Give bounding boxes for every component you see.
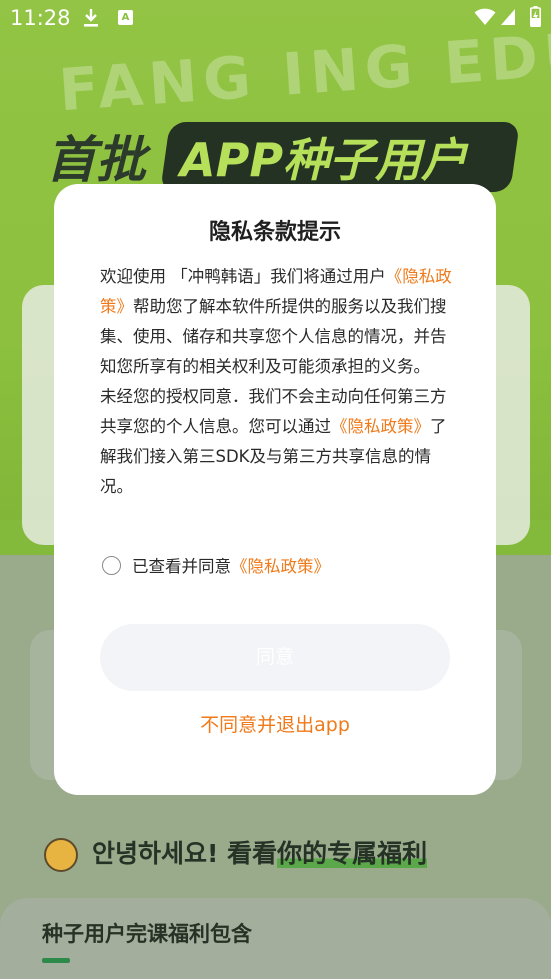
paragraph-1-text-end: 帮助您了解本软件所提供的服务以及我们搜集、使用、储存和共享您个人信息的情况，并告… — [100, 297, 447, 376]
paragraph-1-text-start: 欢迎使用 「冲鸭韩语」我们将通过用户 — [100, 267, 386, 286]
agree-label: 已查看并同意 — [132, 557, 231, 576]
privacy-dialog: 隐私条款提示 欢迎使用 「冲鸭韩语」我们将通过用户《隐私政策》 帮助您了解本软件所… — [54, 184, 496, 795]
privacy-paragraph-2: 未经您的授权同意．我们不会主动向任何第三方共享您的个人信息。您可以通过《隐私政策… — [100, 382, 452, 502]
dialog-body-scroll[interactable]: 欢迎使用 「冲鸭韩语」我们将通过用户《隐私政策》 帮助您了解本软件所提供的服务以及… — [100, 262, 452, 524]
agree-checkbox-row[interactable]: 已查看并同意 《隐私政策》 — [102, 552, 452, 578]
privacy-paragraph-1: 欢迎使用 「冲鸭韩语」我们将通过用户《隐私政策》帮助您了解本软件所提供的服务以及… — [100, 262, 452, 382]
disagree-exit-button[interactable]: 不同意并退出app — [100, 708, 450, 742]
agree-radio[interactable] — [102, 555, 121, 575]
privacy-policy-link-2[interactable]: 《隐私政策》 — [331, 417, 430, 436]
dialog-title: 隐私条款提示 — [208, 220, 341, 245]
agree-button[interactable]: 同意 — [100, 624, 450, 691]
agree-privacy-policy-link[interactable]: 《隐私政策》 — [231, 553, 330, 577]
